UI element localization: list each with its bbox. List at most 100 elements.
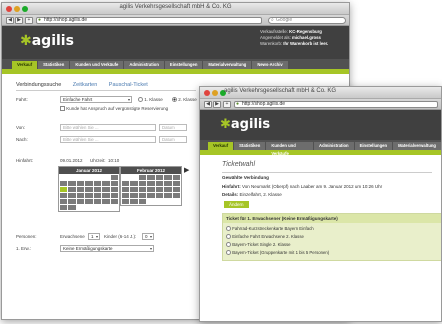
calendar-day[interactable] (122, 181, 130, 186)
class2-option[interactable]: 2. Klasse (172, 97, 197, 103)
calendar-day[interactable] (85, 199, 93, 204)
calendar-day[interactable] (138, 193, 147, 198)
forward-arrow-icon[interactable]: ▶ (213, 101, 221, 108)
calendar-day[interactable] (76, 199, 85, 204)
calendar-day[interactable] (76, 193, 85, 198)
calendar-day[interactable] (130, 193, 138, 198)
calendar-day[interactable] (60, 193, 68, 198)
subtab-verbindungssuche[interactable]: Verbindungssuche (16, 82, 61, 88)
calendar-day[interactable] (164, 181, 172, 186)
nav-tab-verkauf[interactable]: Verkauf (208, 142, 234, 150)
back-arrow-icon[interactable]: ◀ (204, 101, 212, 108)
calendar-day[interactable] (93, 181, 102, 186)
calendar-day[interactable] (102, 193, 110, 198)
nav-tab-einstellungen[interactable]: Einstellungen (164, 61, 203, 69)
next-month-arrow-icon[interactable]: ▶ (184, 166, 189, 174)
calendar-day[interactable] (68, 193, 76, 198)
calendar-day[interactable] (130, 181, 138, 186)
calendar-day[interactable] (68, 199, 76, 204)
calendar-day[interactable] (147, 187, 155, 192)
add-tab-icon[interactable]: + (223, 101, 231, 108)
hinfahrt-date[interactable]: 09.01.2012 (60, 158, 83, 163)
calendar-day[interactable] (138, 199, 147, 204)
close-window-button[interactable] (204, 90, 210, 96)
calendar-day[interactable] (147, 193, 155, 198)
calendar-selected-day[interactable] (60, 187, 68, 192)
calendar-day[interactable] (110, 193, 118, 198)
calendar-day[interactable] (102, 199, 110, 204)
forward-arrow-icon[interactable]: ▶ (15, 17, 23, 24)
ticket-radio[interactable] (226, 234, 231, 240)
calendar-day[interactable] (138, 187, 147, 192)
nav-tab-administration[interactable]: Administration (314, 142, 354, 150)
erwachsene-select[interactable]: 1 (88, 233, 100, 240)
calendar-day[interactable] (68, 187, 76, 192)
calendar-day[interactable] (60, 199, 68, 204)
calendar-day[interactable] (122, 199, 130, 204)
calendar-day[interactable] (155, 175, 164, 180)
nav-tab-kunden[interactable]: Kunden und Verkäufe (70, 61, 124, 69)
ticket-option[interactable]: Fahrrad-Kurzstreckenkarte Bayern Einfach (226, 225, 439, 233)
calendar-day[interactable] (130, 199, 138, 204)
calendar-day[interactable] (138, 175, 147, 180)
nav-tab-verkauf[interactable]: Verkauf (12, 61, 38, 69)
calendar-day[interactable] (93, 193, 102, 198)
calendar-day[interactable] (110, 187, 118, 192)
back-arrow-icon[interactable]: ◀ (6, 17, 14, 24)
calendar-day[interactable] (155, 193, 164, 198)
ticket-radio[interactable] (226, 242, 231, 248)
calendar-day[interactable] (147, 175, 155, 180)
reservation-option[interactable]: Kunde hat Anspruch auf vergünstigte Rese… (60, 106, 168, 112)
calendar-day[interactable] (85, 187, 93, 192)
nach-date-input[interactable]: Datum (159, 136, 187, 143)
calendar-day[interactable] (60, 181, 68, 186)
calendar-day[interactable] (147, 181, 155, 186)
calendar-day[interactable] (102, 181, 110, 186)
class1-radio[interactable] (138, 97, 143, 103)
nach-input[interactable]: Bitte wählen Sie ... (60, 136, 156, 143)
kinder-select[interactable]: 0 (142, 233, 154, 240)
calendar-day[interactable] (85, 193, 93, 198)
ticket-option[interactable]: Bayern-Ticket (Gruppenkarte mit 1 bis 5 … (226, 249, 439, 257)
calendar-day[interactable] (102, 187, 110, 192)
nav-tab-administration[interactable]: Administration (124, 61, 164, 69)
calendar-day[interactable] (60, 205, 68, 210)
add-tab-icon[interactable]: + (25, 17, 33, 24)
uhrzeit-value[interactable]: 10:10 (108, 158, 119, 163)
nav-tab-statistiken[interactable]: Statistiken (234, 142, 266, 150)
nav-tab-materialverwaltung[interactable]: Materialverwaltung (393, 142, 441, 150)
nav-tab-kunden[interactable]: Kunden und Verkäufe (266, 142, 314, 156)
calendar-day[interactable] (93, 199, 102, 204)
reservation-checkbox[interactable] (60, 106, 65, 112)
calendar-day[interactable] (172, 187, 180, 192)
calendar-day[interactable] (138, 181, 147, 186)
calendar-day[interactable] (76, 181, 85, 186)
minimize-window-button[interactable] (212, 90, 218, 96)
nav-tab-einstellungen[interactable]: Einstellungen (354, 142, 393, 150)
calendar-day[interactable] (155, 181, 164, 186)
calendar-day[interactable] (122, 187, 130, 192)
agilis-logo[interactable]: ✱agilis (220, 117, 270, 132)
nav-tab-statistiken[interactable]: Statistiken (38, 61, 70, 69)
nav-tab-news-archiv[interactable]: News-Archiv (252, 61, 288, 69)
calendar-day[interactable] (85, 181, 93, 186)
calendar-day[interactable] (93, 187, 102, 192)
calendar-day[interactable] (110, 181, 118, 186)
calendar-day[interactable] (68, 181, 76, 186)
calendar-day[interactable] (122, 193, 130, 198)
class2-radio[interactable] (172, 97, 177, 103)
nav-tab-materialverwaltung[interactable]: Materialverwaltung (203, 61, 252, 69)
change-button[interactable]: Ändern (224, 201, 249, 208)
calendar-day[interactable] (68, 205, 76, 210)
calendar-day[interactable] (164, 175, 172, 180)
calendar-day[interactable] (110, 199, 118, 204)
ticket-option[interactable]: Bayern-Ticket Single 2. Klasse (226, 241, 439, 249)
calendar-day[interactable] (110, 175, 118, 180)
calendar-day[interactable] (172, 193, 180, 198)
subtab-zeitkarten[interactable]: Zeitkarten (73, 82, 97, 88)
ticket-radio[interactable] (226, 250, 231, 256)
fahrt-select[interactable]: Einfache Fahrt (60, 96, 132, 103)
calendar-day[interactable] (155, 187, 164, 192)
ticket-option[interactable]: Einfache Fahrt Erwachsene 2. Klasse (226, 233, 439, 241)
address-bar[interactable]: ● http://shop.agilis.de (36, 17, 262, 24)
